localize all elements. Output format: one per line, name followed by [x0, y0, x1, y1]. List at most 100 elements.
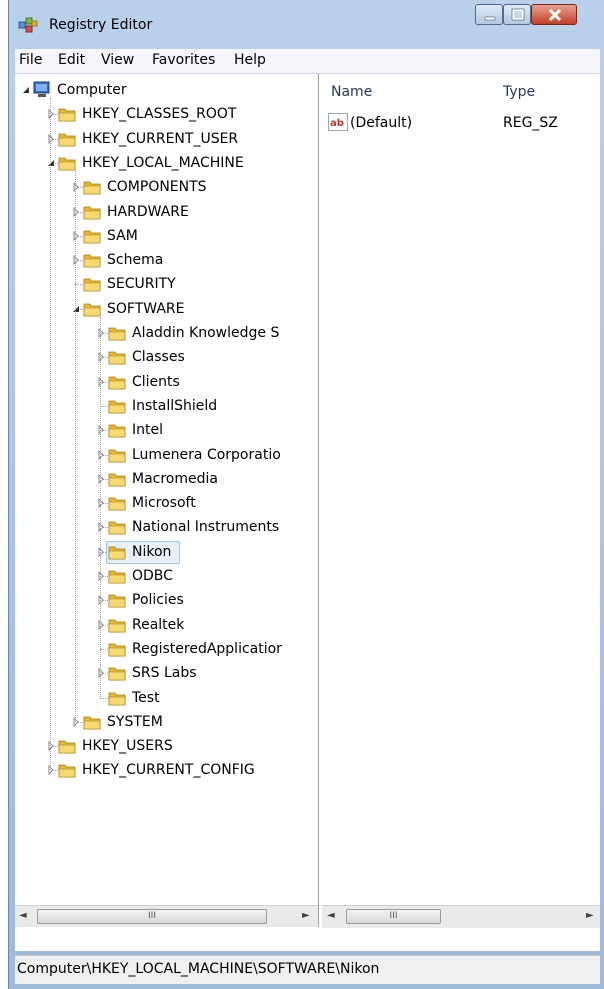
- tree-horizontal-scrollbar[interactable]: ◄ III ►: [15, 905, 318, 927]
- tree-item-odbc[interactable]: ODBC: [15, 564, 318, 588]
- expand-arrow-icon[interactable]: [71, 230, 81, 242]
- value-type: REG_SZ: [503, 115, 558, 131]
- folder-icon: [108, 594, 126, 608]
- expand-arrow-icon[interactable]: [71, 716, 81, 728]
- expand-arrow-icon[interactable]: [96, 497, 106, 509]
- tree-item-label: Microsoft: [132, 495, 196, 512]
- column-header-type[interactable]: Type: [503, 84, 535, 100]
- tree-item-security[interactable]: SECURITY: [15, 272, 318, 296]
- tree-item-hkey-users[interactable]: HKEY_USERS: [15, 734, 318, 758]
- menu-favorites[interactable]: Favorites: [152, 52, 215, 68]
- tree-scroll-thumb[interactable]: III: [37, 909, 267, 924]
- tree-item-label: Aladdin Knowledge S: [132, 325, 280, 341]
- tree-item-computer[interactable]: Computer: [15, 78, 318, 102]
- tree-item-classes[interactable]: Classes: [15, 345, 318, 369]
- registry-tree-pane[interactable]: Computer HKEY_CLASSES_ROOT HKEY_CURRENT_US…: [15, 74, 319, 927]
- scroll-right-arrow-icon[interactable]: ►: [586, 910, 594, 921]
- tree-item-realtek[interactable]: Realtek: [15, 613, 318, 637]
- tree-item-srs-labs[interactable]: SRS Labs: [15, 661, 318, 685]
- expand-arrow-icon[interactable]: [71, 181, 81, 193]
- tree-item-label: Schema: [107, 252, 164, 269]
- folder-icon: [58, 133, 76, 146]
- title-bar[interactable]: Registry Editor: [9, 0, 604, 44]
- expand-arrow-icon[interactable]: [96, 594, 106, 606]
- collapse-arrow-icon[interactable]: [21, 84, 31, 96]
- expand-arrow-icon[interactable]: [96, 619, 106, 631]
- expand-arrow-icon[interactable]: [96, 521, 106, 533]
- tree-item-label: HARDWARE: [107, 203, 189, 220]
- expand-arrow-icon[interactable]: [96, 449, 106, 461]
- folder-icon: [83, 278, 101, 292]
- tree-item-software[interactable]: SOFTWARE: [15, 297, 318, 321]
- tree-item-components[interactable]: COMPONENTS: [15, 175, 318, 199]
- values-list-pane[interactable]: Name Type ab (Default) REG_SZ ◄ III ►: [322, 74, 600, 928]
- maximize-button[interactable]: [503, 4, 531, 25]
- expand-arrow-icon[interactable]: [46, 133, 56, 145]
- tree-item-hkey-current-user[interactable]: HKEY_CURRENT_USER: [15, 127, 318, 151]
- tree-item-aladdin-knowledge-s[interactable]: Aladdin Knowledge S: [15, 321, 318, 345]
- expand-arrow-icon[interactable]: [96, 570, 106, 582]
- client-area: Computer HKEY_CLASSES_ROOT HKEY_CURRENT_US…: [15, 74, 600, 951]
- tree-item-hkey-current-config[interactable]: HKEY_CURRENT_CONFIG: [15, 758, 318, 782]
- folder-icon: [108, 619, 126, 632]
- scroll-right-arrow-icon[interactable]: ►: [302, 910, 310, 921]
- menu-help[interactable]: Help: [234, 52, 266, 68]
- expand-arrow-icon[interactable]: [46, 740, 56, 752]
- tree-item-system[interactable]: SYSTEM: [15, 710, 318, 734]
- tree-item-national-instruments[interactable]: National Instruments: [15, 515, 318, 539]
- tree-item-label: SOFTWARE: [107, 300, 185, 317]
- tree-item-schema[interactable]: Schema: [15, 248, 318, 272]
- tree-item-sam[interactable]: SAM: [15, 224, 318, 248]
- folder-icon: [108, 521, 126, 535]
- folder-icon: [108, 327, 126, 341]
- menu-file[interactable]: File: [19, 52, 42, 68]
- tree-item-clients[interactable]: Clients: [15, 370, 318, 394]
- expand-arrow-icon[interactable]: [96, 376, 106, 388]
- expand-arrow-icon[interactable]: [46, 764, 56, 776]
- expand-arrow-icon[interactable]: [96, 667, 106, 679]
- tree-item-microsoft[interactable]: Microsoft: [15, 491, 318, 515]
- expand-arrow-icon[interactable]: [96, 327, 106, 339]
- expand-arrow-icon[interactable]: [71, 206, 81, 218]
- list-horizontal-scrollbar[interactable]: ◄ III ►: [322, 905, 600, 928]
- expand-arrow-icon[interactable]: [96, 546, 106, 558]
- collapse-arrow-icon[interactable]: [71, 303, 81, 315]
- tree-item-test[interactable]: Test: [15, 686, 318, 710]
- collapse-arrow-icon[interactable]: [46, 157, 56, 169]
- tree-item-label: SECURITY: [107, 276, 176, 293]
- tree-item-label: SRS Labs: [132, 665, 197, 682]
- tree-item-label: HKEY_LOCAL_MACHINE: [82, 154, 244, 171]
- tree-item-intel[interactable]: Intel: [15, 418, 318, 442]
- maximize-icon: [511, 8, 525, 21]
- tree-item-hkey-classes-root[interactable]: HKEY_CLASSES_ROOT: [15, 102, 318, 126]
- tree-item-nikon[interactable]: Nikon: [15, 540, 318, 564]
- list-scroll-thumb[interactable]: III: [346, 909, 441, 924]
- tree-item-label: National Instruments: [132, 519, 280, 536]
- tree-item-policies[interactable]: Policies: [15, 588, 318, 612]
- menu-view[interactable]: View: [101, 52, 134, 68]
- scroll-left-arrow-icon[interactable]: ◄: [327, 910, 335, 921]
- tree-item-lumenera-corporatio[interactable]: Lumenera Corporatio: [15, 443, 318, 467]
- status-path: Computer\HKEY_LOCAL_MACHINE\SOFTWARE\Nik…: [17, 961, 380, 977]
- tree-item-macromedia[interactable]: Macromedia: [15, 467, 318, 491]
- folder-icon: [83, 254, 101, 268]
- tree-item-label: Classes: [132, 349, 185, 366]
- expand-arrow-icon[interactable]: [96, 473, 106, 485]
- menu-edit[interactable]: Edit: [58, 52, 85, 68]
- close-button[interactable]: [531, 4, 577, 25]
- value-row[interactable]: ab (Default) REG_SZ: [328, 111, 598, 135]
- minimize-button[interactable]: [475, 4, 503, 25]
- tree-item-installshield[interactable]: InstallShield: [15, 394, 318, 418]
- expand-arrow-icon[interactable]: [96, 424, 106, 436]
- expand-arrow-icon[interactable]: [96, 351, 106, 363]
- tree-item-hardware[interactable]: HARDWARE: [15, 200, 318, 224]
- expand-arrow-icon[interactable]: [71, 254, 81, 266]
- scroll-left-arrow-icon[interactable]: ◄: [19, 910, 27, 921]
- tree-item-registeredapplicatior[interactable]: RegisteredApplicatior: [15, 637, 318, 661]
- tree-item-label: HKEY_USERS: [82, 738, 173, 755]
- column-header-name[interactable]: Name: [331, 84, 372, 100]
- tree-item-hkey-local-machine[interactable]: HKEY_LOCAL_MACHINE: [15, 151, 318, 175]
- expand-arrow-icon[interactable]: [46, 108, 56, 120]
- folder-icon: [108, 376, 126, 389]
- folder-icon: [58, 764, 76, 778]
